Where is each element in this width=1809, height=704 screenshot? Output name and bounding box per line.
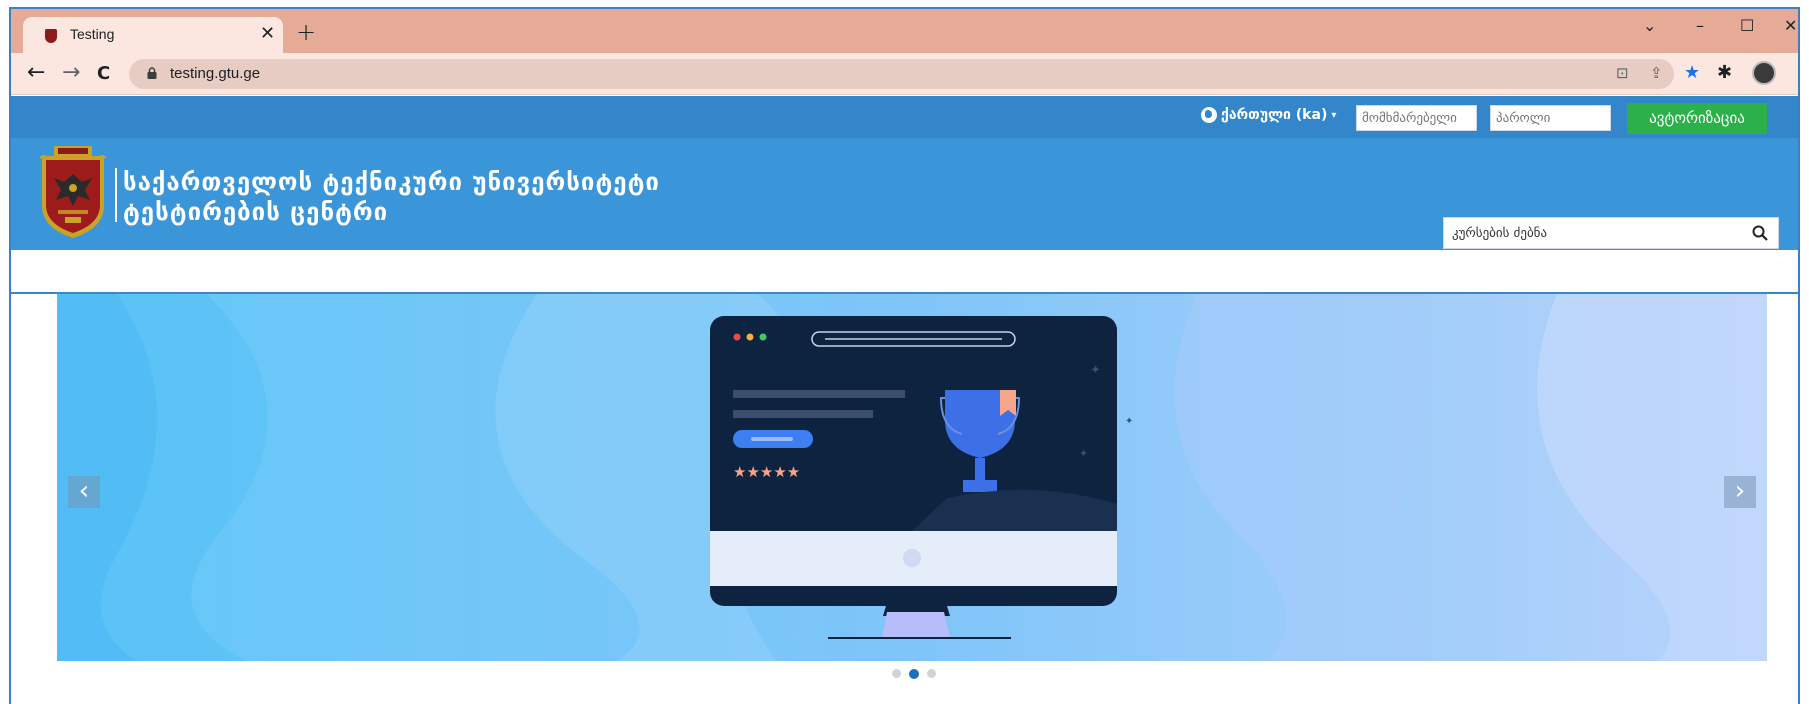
login-button[interactable]: ავტორიზაცია	[1627, 103, 1767, 134]
course-search-box[interactable]: კურსების ძებნა	[1443, 217, 1779, 249]
main-nav	[11, 250, 1798, 294]
tab-close-icon[interactable]: ✕	[260, 24, 275, 44]
carousel-prev-button[interactable]: ‹	[68, 476, 100, 508]
close-window-button[interactable]: ✕	[1784, 17, 1797, 35]
carousel-dot[interactable]	[892, 669, 901, 678]
minimize-button[interactable]: –	[1696, 17, 1704, 35]
browser-tab[interactable]: Testing ✕	[23, 17, 283, 53]
svg-text:★★★★★: ★★★★★	[733, 463, 800, 481]
new-tab-button[interactable]: +	[296, 20, 316, 44]
browser-toolbar: ← → C testing.gtu.ge ⊡ ⇪ ★ ✱ ⋮	[11, 53, 1798, 95]
lock-icon	[147, 67, 157, 79]
top-login-bar: ქართული (ka) ▾ ავტორიზაცია	[11, 96, 1798, 138]
tab-search-icon[interactable]: ⌄	[1643, 17, 1656, 35]
tab-title: Testing	[70, 26, 115, 42]
svg-text:✦: ✦	[1090, 363, 1101, 378]
star-icon[interactable]: ★	[1684, 62, 1700, 83]
hero-carousel: ★★★★★ ✦ ✦ ✦ ‹ ›	[57, 294, 1767, 661]
language-label: ქართული (ka)	[1221, 107, 1328, 123]
address-bar[interactable]: testing.gtu.ge ⊡ ⇪ ★	[129, 59, 1700, 89]
language-switcher[interactable]: ქართული (ka) ▾	[1201, 107, 1336, 123]
puzzle-icon[interactable]: ✱	[1717, 62, 1732, 83]
url-text: testing.gtu.ge	[170, 65, 261, 82]
menu-icon[interactable]: ⋮	[1790, 62, 1798, 83]
globe-icon	[1201, 107, 1217, 123]
site-title[interactable]: საქართველოს ტექნიკური უნივერსიტეტი	[123, 168, 660, 196]
carousel-dot-active[interactable]	[909, 668, 919, 679]
avatar[interactable]	[1752, 61, 1776, 85]
site-header: საქართველოს ტექნიკური უნივერსიტეტი ტესტი…	[11, 138, 1798, 250]
maximize-button[interactable]: ☐	[1740, 17, 1754, 35]
browser-window: Testing ✕ + ⌄ – ☐ ✕ ← → C testing.gtu.ge…	[9, 7, 1800, 704]
carousel-indicators	[892, 668, 936, 679]
tab-strip: Testing ✕ + ⌄ – ☐ ✕	[11, 9, 1798, 53]
search-input[interactable]: კურსების ძებნა	[1452, 226, 1547, 241]
university-logo[interactable]	[38, 144, 108, 240]
logo-divider	[115, 168, 117, 222]
carousel-slide: ★★★★★ ✦ ✦ ✦	[57, 294, 1767, 661]
chevron-down-icon: ▾	[1331, 109, 1337, 121]
forward-icon[interactable]: →	[62, 60, 80, 86]
username-field[interactable]	[1356, 105, 1477, 131]
back-icon[interactable]: ←	[27, 60, 45, 86]
svg-text:✦: ✦	[1125, 416, 1133, 427]
favicon-icon	[45, 29, 57, 43]
reload-icon[interactable]: C	[97, 61, 110, 87]
search-icon[interactable]	[1752, 225, 1768, 241]
carousel-dot[interactable]	[927, 669, 936, 678]
translate-icon[interactable]: ⊡	[1616, 64, 1629, 82]
share-icon[interactable]: ⇪	[1650, 64, 1663, 82]
svg-text:✦: ✦	[1079, 447, 1088, 460]
site-subtitle[interactable]: ტესტირების ცენტრი	[123, 198, 388, 226]
page-content: ქართული (ka) ▾ ავტორიზაცია საქართველო	[11, 96, 1798, 704]
carousel-next-button[interactable]: ›	[1724, 476, 1756, 508]
password-field[interactable]	[1490, 105, 1611, 131]
